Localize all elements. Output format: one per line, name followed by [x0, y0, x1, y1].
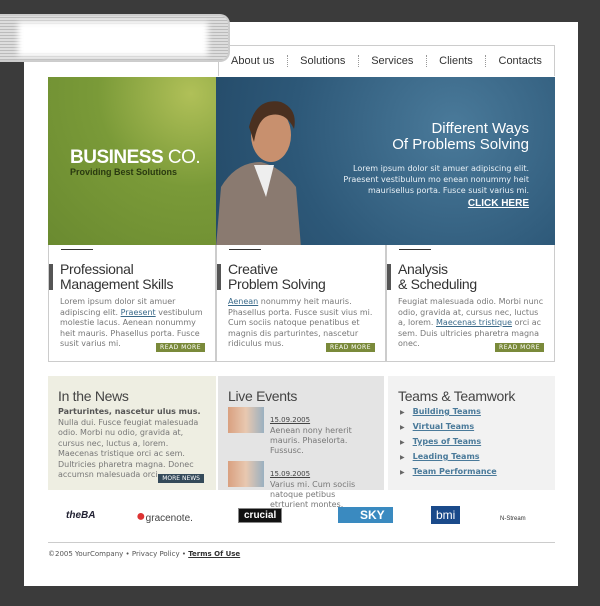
events-box: Live Events 15.09.2005 Aenean nony hereri…: [218, 376, 384, 509]
hero-text: Lorem ipsum dolor sit amuer adipiscing e…: [343, 164, 529, 195]
click-here-link[interactable]: CLICK HERE: [468, 198, 529, 209]
nav-solutions[interactable]: Solutions: [300, 55, 345, 67]
teams-link[interactable]: ▶ Team Performance: [400, 467, 545, 478]
feature-text: Feugiat malesuada odio. Morbi nunc odio,…: [398, 297, 544, 348]
logo-crucial[interactable]: crucial: [238, 508, 283, 523]
teams-link[interactable]: ▶ Leading Teams: [400, 452, 545, 463]
more-news-button[interactable]: MORE NEWS: [158, 474, 204, 483]
feature-box: Analysis & Scheduling Feugiat malesuada o…: [386, 245, 555, 362]
arrow-icon: ▶: [400, 439, 405, 446]
feature-text: Aenean nonummy heit mauris. Phasellus po…: [228, 297, 373, 348]
brand-logo: BUSINESS CO.: [70, 147, 201, 168]
feature-title: Professional Management Skills: [60, 261, 174, 292]
feature-title: Creative Problem Solving: [228, 261, 326, 292]
news-title: In the News: [58, 388, 129, 404]
arrow-icon: ▶: [400, 424, 405, 431]
feature-title: Analysis & Scheduling: [398, 261, 477, 292]
teams-box: Teams & Teamwork ▶ Building Teams ▶ Virtua…: [388, 376, 555, 490]
businessman-image: [216, 101, 301, 245]
hero-title: Different Ways Of Problems Solving: [392, 120, 529, 153]
blurred-overlay: [0, 14, 230, 62]
events-title: Live Events: [228, 388, 298, 404]
logo-theba[interactable]: theBA: [66, 510, 95, 521]
read-more-button[interactable]: READ MORE: [156, 343, 205, 352]
feature-text: Lorem ipsum dolor sit amuer adipiscing e…: [60, 297, 203, 348]
teams-link[interactable]: ▶ Types of Teams: [400, 437, 545, 448]
hero-banner: Different Ways Of Problems Solving Lorem …: [216, 77, 555, 245]
nav-clients[interactable]: Clients: [439, 55, 473, 67]
feature-box: Professional Management Skills Lorem ipsu…: [48, 245, 216, 362]
event-date[interactable]: 15.09.2005: [270, 470, 310, 478]
event-text: Aenean nony hererit mauris. Phaselorta. …: [270, 426, 352, 455]
nav-contacts[interactable]: Contacts: [499, 55, 542, 67]
teams-title: Teams & Teamwork: [398, 388, 516, 404]
brand-tagline: Providing Best Solutions: [70, 167, 178, 177]
nav-divider: [485, 55, 487, 67]
feature-link[interactable]: Maecenas tristique: [436, 318, 512, 327]
event-photo: [228, 407, 264, 433]
privacy-link[interactable]: Privacy Policy: [132, 550, 180, 558]
event-date[interactable]: 15.09.2005: [270, 416, 310, 424]
nav-divider: [286, 55, 288, 67]
feature-link[interactable]: Aenean: [228, 297, 258, 306]
read-more-button[interactable]: READ MORE: [326, 343, 375, 352]
terms-link[interactable]: Terms Of Use: [188, 550, 240, 558]
nav-divider: [425, 55, 427, 67]
arrow-icon: ▶: [400, 469, 405, 476]
footer: ©2005 YourCompany • Privacy Policy • Ter…: [48, 550, 241, 558]
partner-logos: theBA ●gracenote. crucial SKY bmi N-Stre…: [48, 502, 555, 532]
arrow-icon: ▶: [400, 409, 405, 416]
teams-link[interactable]: ▶ Building Teams: [400, 407, 545, 418]
teams-link[interactable]: ▶ Virtual Teams: [400, 422, 545, 433]
brand-panel: BUSINESS CO. Providing Best Solutions: [48, 77, 216, 245]
logo-nstream[interactable]: N-Stream: [500, 516, 526, 522]
logo-bmi[interactable]: bmi: [431, 506, 461, 524]
read-more-button[interactable]: READ MORE: [495, 343, 544, 352]
footer-divider: [48, 542, 555, 543]
nav-about[interactable]: About us: [231, 55, 274, 67]
news-box: In the News Parturintes, nascetur ulus m…: [48, 376, 216, 490]
feature-box: Creative Problem Solving Aenean nonummy h…: [216, 245, 386, 362]
logo-sky[interactable]: SKY: [338, 507, 393, 523]
nav-services[interactable]: Services: [371, 55, 413, 67]
main-nav: About us Solutions Services Clients Cont…: [218, 45, 555, 76]
logo-gracenote[interactable]: ●gracenote.: [136, 508, 193, 526]
news-text: Parturintes, nascetur ulus mus. Nulla dui…: [58, 407, 201, 479]
feature-link[interactable]: Praesent: [121, 308, 156, 317]
event-photo: [228, 461, 264, 487]
arrow-icon: ▶: [400, 454, 405, 461]
copyright: ©2005 YourCompany: [48, 550, 124, 558]
event-item: 15.09.2005 Aenean nony hererit mauris. Ph…: [228, 407, 374, 456]
nav-divider: [357, 55, 359, 67]
